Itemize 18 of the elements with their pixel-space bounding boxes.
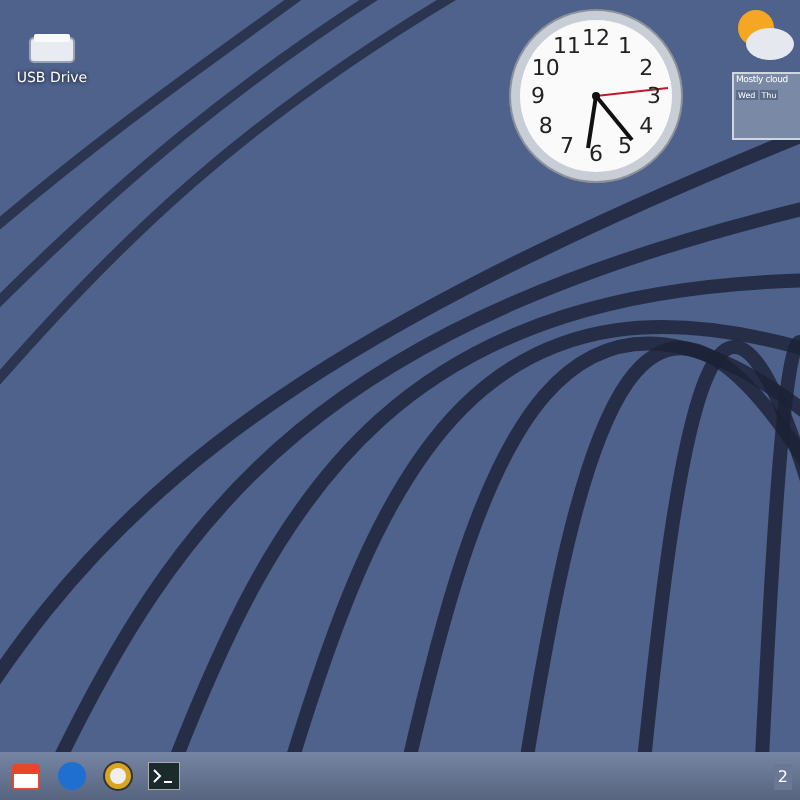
calendar-icon[interactable] xyxy=(10,760,42,792)
clock-numeral: 5 xyxy=(618,133,632,160)
terminal-icon[interactable] xyxy=(148,762,180,790)
clock-numeral: 6 xyxy=(589,141,603,167)
clock-numeral: 7 xyxy=(560,133,574,160)
clock-numeral: 2 xyxy=(639,54,654,80)
clock-numeral: 11 xyxy=(553,32,581,59)
clock-numeral: 9 xyxy=(531,83,545,109)
clock-numeral: 1 xyxy=(618,32,632,59)
drive-icon[interactable] xyxy=(28,32,76,64)
clock-numeral: 8 xyxy=(538,112,553,138)
clock-numeral: 3 xyxy=(647,83,661,109)
clock-numeral: 10 xyxy=(531,54,560,80)
badge-icon[interactable] xyxy=(102,760,134,792)
tray-clock[interactable]: 2 xyxy=(773,763,792,789)
sun-cloud-icon xyxy=(732,4,796,64)
clock-numeral: 12 xyxy=(582,25,610,51)
clock-numeral: 4 xyxy=(639,112,654,138)
